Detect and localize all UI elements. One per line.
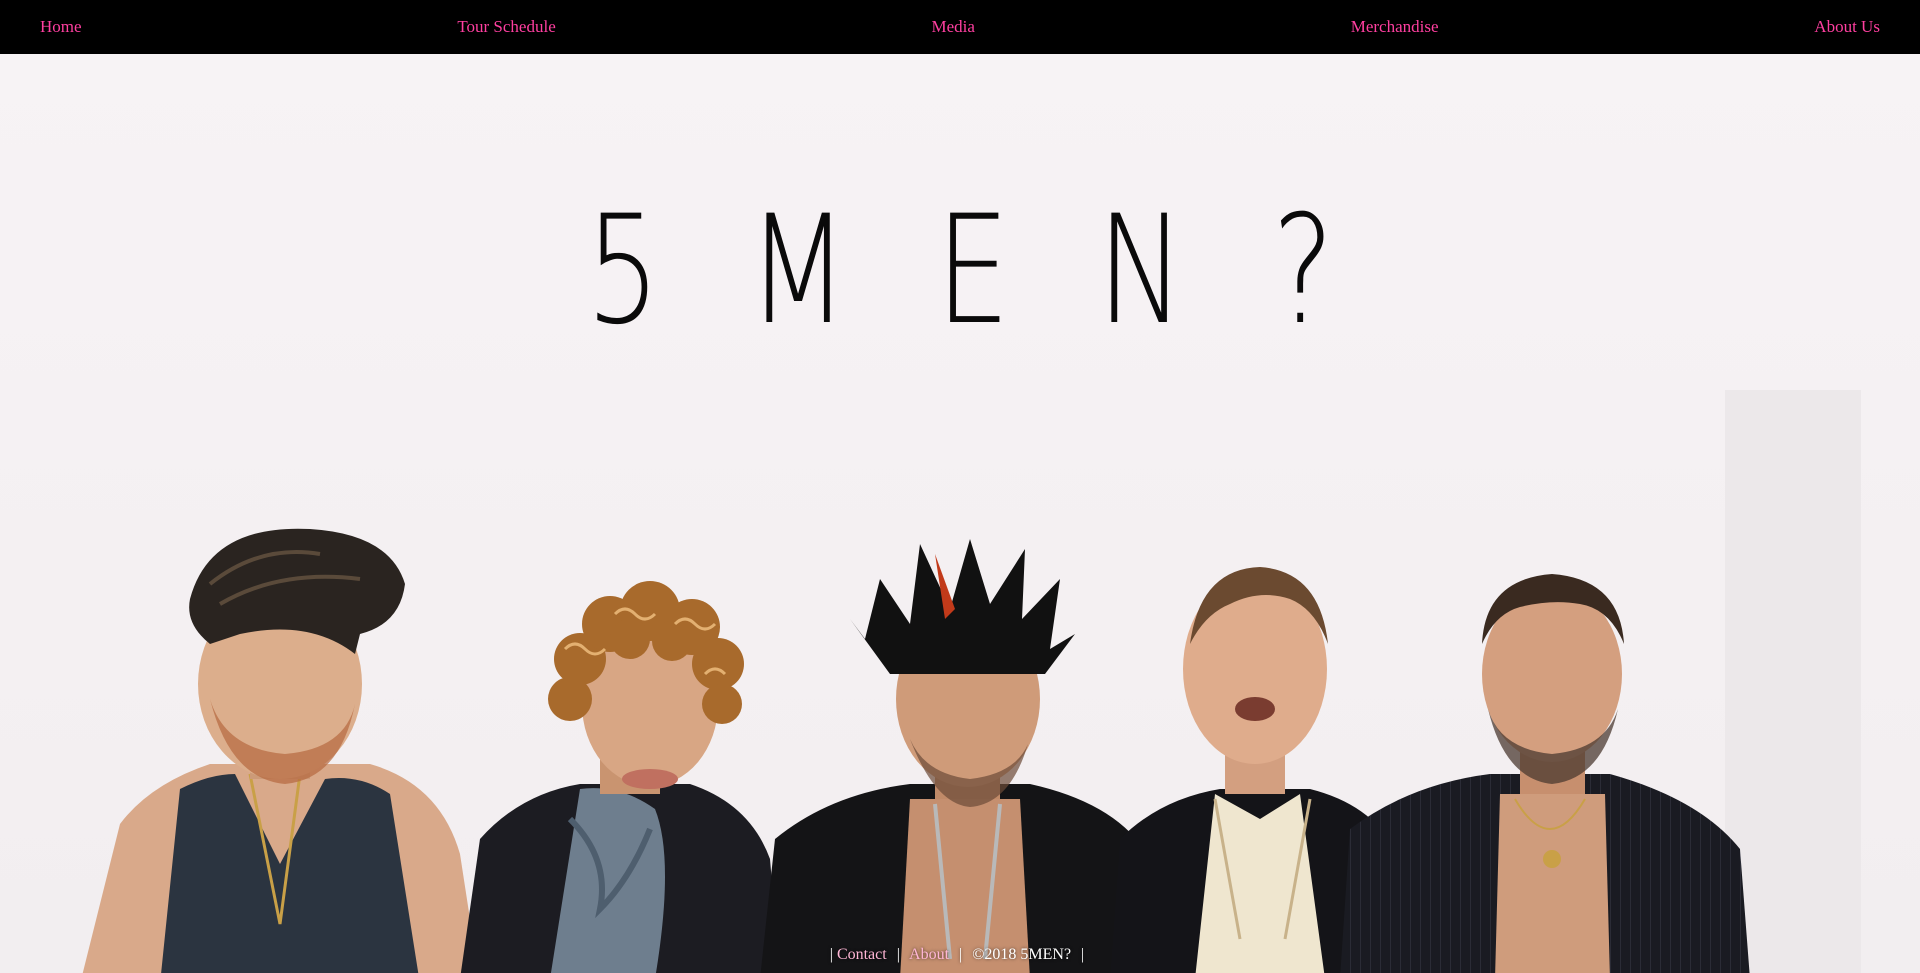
nav-media-link[interactable]: Media xyxy=(932,17,975,37)
footer-contact-link[interactable]: Contact xyxy=(837,946,887,963)
band-member-2 xyxy=(460,579,800,973)
band-member-5 xyxy=(1340,559,1760,973)
footer-separator: | xyxy=(959,946,963,963)
site-footer: | Contact | About | ©2018 5MEN? | xyxy=(0,946,1920,964)
band-member-1 xyxy=(60,524,500,973)
nav-merchandise-link[interactable]: Merchandise xyxy=(1351,17,1439,37)
hero-section: 5MEN? | Contact | About | ©2018 5MEN? | xyxy=(0,54,1920,973)
top-navigation: Home Tour Schedule Media Merchandise Abo… xyxy=(0,0,1920,54)
footer-separator: | xyxy=(1081,946,1085,963)
nav-tour-schedule-link[interactable]: Tour Schedule xyxy=(457,17,555,37)
footer-copyright: ©2018 5MEN? xyxy=(972,946,1072,963)
footer-separator: | xyxy=(896,946,900,963)
footer-separator: | xyxy=(829,946,833,963)
nav-home-link[interactable]: Home xyxy=(40,17,82,37)
footer-about-link[interactable]: About xyxy=(909,946,949,963)
nav-about-us-link[interactable]: About Us xyxy=(1814,17,1880,37)
band-photo xyxy=(0,54,1920,973)
